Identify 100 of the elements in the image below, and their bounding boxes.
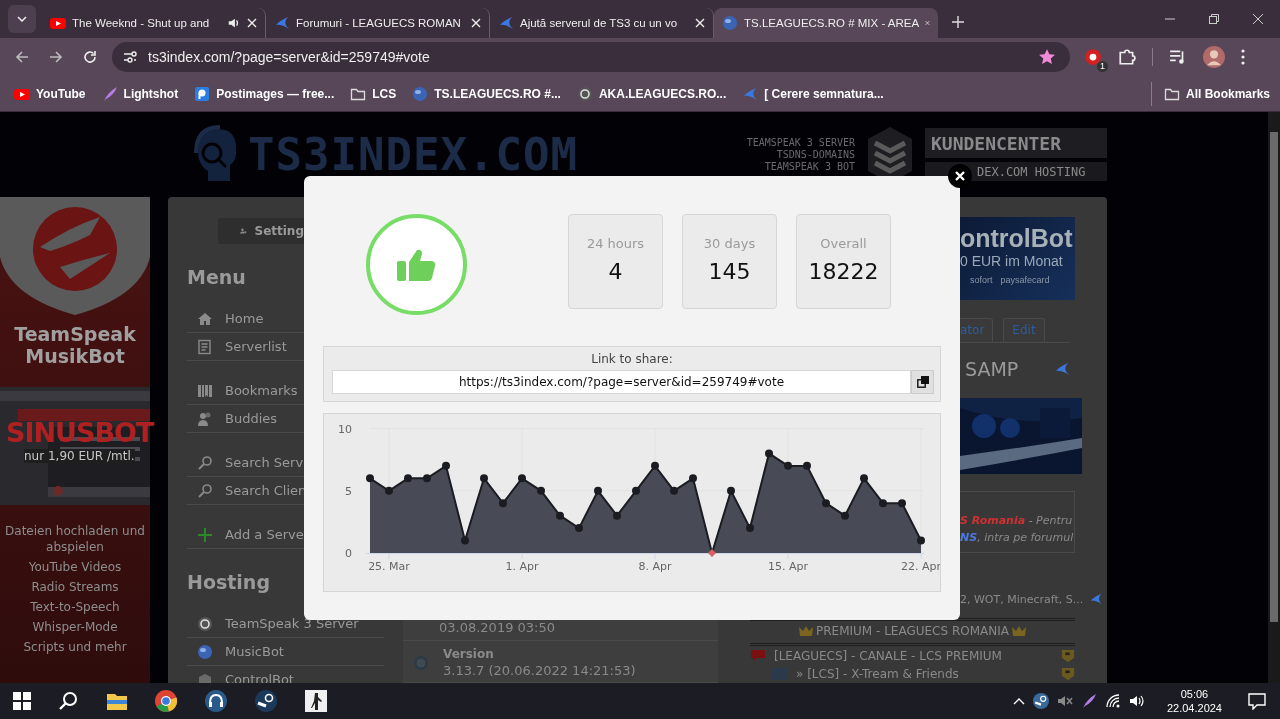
tab-search-button[interactable] bbox=[8, 5, 36, 33]
detail-label: Version bbox=[443, 647, 495, 661]
search-icon[interactable] bbox=[59, 691, 79, 711]
data-point bbox=[708, 549, 716, 557]
scrollbar-thumb[interactable] bbox=[1270, 132, 1278, 622]
piston-icon[interactable] bbox=[1032, 693, 1049, 709]
section-heading: Menu bbox=[187, 266, 247, 288]
channel-name: » [LCS] - X-Tream & Friends bbox=[796, 667, 959, 681]
data-point bbox=[442, 461, 450, 470]
copy-icon bbox=[916, 376, 929, 388]
ad-title: ontrolBot bbox=[960, 223, 1073, 253]
stat-label: 30 days bbox=[703, 236, 756, 251]
server-tags: 2, WOT, Minecraft, S... bbox=[960, 592, 1084, 606]
piston-icon[interactable] bbox=[255, 690, 277, 712]
data-point bbox=[518, 474, 526, 483]
swoosh-icon bbox=[1089, 592, 1104, 606]
channel-name: [LEAGUECS] - CANALE - LCS PREMIUM bbox=[774, 649, 1002, 663]
feather-icon[interactable] bbox=[1080, 693, 1097, 709]
payment-logo-text: sofort bbox=[970, 275, 993, 285]
data-point bbox=[404, 474, 412, 483]
data-point bbox=[613, 511, 621, 520]
forward-arrow-icon[interactable] bbox=[48, 49, 64, 65]
headset-icon[interactable] bbox=[205, 690, 227, 712]
axis-label: 5 bbox=[345, 484, 352, 498]
server-name: SAMP bbox=[965, 357, 1019, 380]
home-icon bbox=[197, 310, 213, 327]
feather-icon bbox=[101, 85, 118, 102]
back-arrow-icon[interactable] bbox=[14, 49, 30, 65]
bookmark-item[interactable]: [ Cerere semnatura... bbox=[736, 81, 890, 106]
bookmark-item[interactable]: Postimages — free... bbox=[188, 81, 341, 106]
media-controls-icon[interactable] bbox=[1169, 48, 1187, 66]
clock-time: 05:06 bbox=[1180, 687, 1209, 701]
globe-icon bbox=[412, 85, 429, 102]
data-point bbox=[423, 474, 431, 483]
close-icon[interactable] bbox=[1253, 14, 1263, 24]
data-point bbox=[727, 486, 735, 495]
description-text: NS, intra pe forumul bbox=[960, 530, 1075, 546]
bookmark-star-icon[interactable] bbox=[1038, 48, 1056, 66]
muted-speaker-icon[interactable] bbox=[1056, 693, 1073, 709]
hosting-link[interactable]: DEX.COM HOSTING bbox=[977, 164, 1086, 179]
wifi-icon[interactable] bbox=[1104, 693, 1121, 709]
soldier-icon[interactable] bbox=[305, 690, 327, 712]
axis-label: 8. Apr bbox=[638, 560, 672, 573]
folder-icon[interactable] bbox=[107, 692, 127, 710]
new-tab-icon[interactable] bbox=[952, 16, 964, 28]
data-point bbox=[537, 486, 545, 495]
data-point bbox=[594, 486, 602, 495]
speaker-icon[interactable] bbox=[1128, 693, 1145, 709]
browser-icon[interactable] bbox=[155, 690, 177, 712]
axis-label: 0 bbox=[345, 547, 352, 560]
video-play-icon bbox=[50, 15, 66, 31]
bookmark-item[interactable]: LCS bbox=[344, 81, 403, 106]
ring-icon bbox=[197, 615, 213, 632]
bookmark-item[interactable]: AKA.LEAGUECS.RO... bbox=[570, 81, 733, 106]
reload-icon[interactable] bbox=[82, 49, 98, 65]
ad-feature: Dateien hochladen und abspielen bbox=[4, 523, 146, 555]
bookmark-item[interactable]: TS.LEAGUECS.RO #... bbox=[406, 81, 567, 106]
extension-icon[interactable] bbox=[1084, 48, 1102, 66]
data-point bbox=[366, 474, 374, 483]
premium-title: PREMIUM - LEAGUECS ROMANIA bbox=[816, 624, 1009, 638]
ad-feature: YouTube Videos bbox=[28, 559, 122, 575]
data-point bbox=[461, 536, 469, 545]
thumbs-up-icon bbox=[396, 247, 437, 282]
windows-start-icon[interactable] bbox=[13, 692, 31, 710]
data-point bbox=[632, 486, 640, 495]
customer-center-link[interactable]: KUNDENCENTER bbox=[925, 128, 1107, 158]
bookmark-item[interactable]: YouTube bbox=[8, 81, 92, 106]
crown-icon bbox=[798, 625, 814, 637]
bookmark-item[interactable]: Lightshot bbox=[95, 81, 185, 106]
menu-item[interactable]: MusicBot bbox=[187, 638, 384, 666]
copy-button[interactable] bbox=[911, 370, 934, 394]
data-point bbox=[556, 511, 564, 520]
data-point bbox=[765, 449, 773, 458]
settings-button[interactable]: Setting bbox=[218, 218, 304, 244]
more-menu-icon[interactable] bbox=[1241, 49, 1245, 65]
notification-icon[interactable] bbox=[1248, 692, 1266, 710]
data-point bbox=[822, 499, 830, 508]
site-settings-icon[interactable] bbox=[122, 49, 138, 65]
service-label: TEAMSPEAK 3 BOT bbox=[764, 160, 855, 173]
axis-label: 15. Apr bbox=[768, 560, 808, 573]
users-icon bbox=[197, 410, 213, 427]
address-bar[interactable]: ts3index.com/?page=server&id=259749#vote bbox=[112, 42, 1070, 72]
close-button[interactable] bbox=[948, 164, 972, 188]
all-bookmarks-button[interactable]: All Bookmarks bbox=[1150, 81, 1276, 106]
puzzle-icon[interactable] bbox=[1118, 48, 1136, 66]
site-logo-text: TS3INDEX.COM bbox=[248, 129, 578, 180]
swoosh-icon bbox=[274, 15, 290, 31]
swoosh-icon bbox=[498, 15, 514, 31]
caret-up-icon[interactable] bbox=[1012, 697, 1025, 705]
data-point bbox=[879, 499, 887, 508]
browser-tab[interactable]: TS.LEAGUECS.RO # MIX - AREA bbox=[714, 8, 938, 38]
profile-avatar-icon[interactable] bbox=[1203, 46, 1225, 68]
data-point bbox=[860, 474, 868, 483]
share-link-field[interactable]: https://ts3index.com/?page=server&id=259749#vote bbox=[332, 370, 911, 394]
ad-feature: Scripts und mehr bbox=[23, 639, 127, 655]
data-point bbox=[784, 461, 792, 470]
list-icon bbox=[197, 338, 213, 355]
restore-icon[interactable] bbox=[1209, 14, 1219, 24]
ring-icon bbox=[576, 85, 593, 102]
shield-icon bbox=[1061, 649, 1075, 663]
